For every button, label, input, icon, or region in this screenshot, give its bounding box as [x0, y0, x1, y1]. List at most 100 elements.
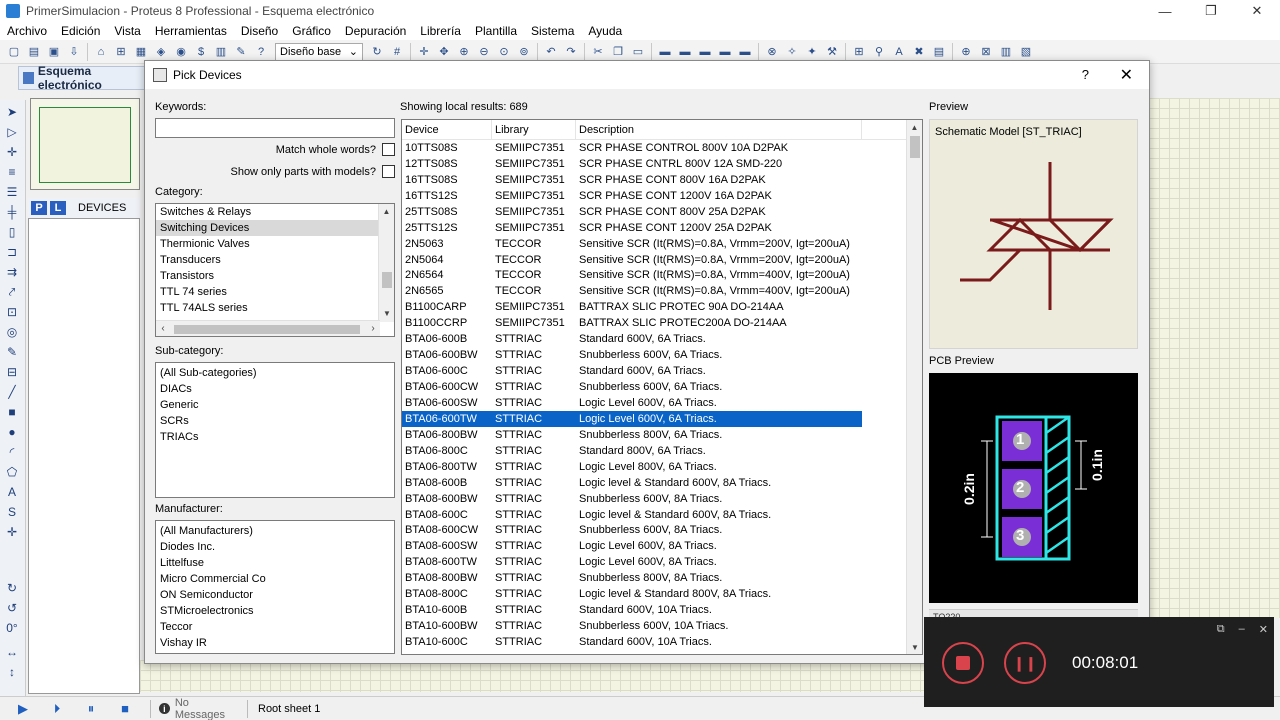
subcategory-item[interactable]: TRIACs — [156, 429, 394, 445]
scroll-thumb[interactable] — [174, 325, 360, 334]
pause-icon[interactable]: ⏸ — [80, 700, 102, 718]
result-row[interactable]: BTA06-600SW STTRIAC Logic Level 600V, 6A T… — [402, 395, 862, 411]
marker-icon[interactable]: ✛ — [4, 524, 20, 540]
column-device[interactable]: Device — [402, 120, 492, 140]
electrical-rule-icon[interactable]: ✖ — [910, 43, 928, 61]
help-icon[interactable]: ? — [252, 43, 270, 61]
subcategory-item[interactable]: Generic — [156, 397, 394, 413]
result-row[interactable]: 10TTS08S SEMIIPC7351 SCR PHASE CONTROL 800… — [402, 140, 862, 156]
block-move-icon[interactable]: ▬ — [676, 43, 694, 61]
manufacturer-item[interactable]: Littelfuse — [156, 555, 394, 571]
play-icon[interactable]: ▶ — [12, 700, 34, 718]
manufacturer-item[interactable]: Teccor — [156, 619, 394, 635]
scroll-up-icon[interactable]: ▲ — [379, 204, 394, 220]
undo-icon[interactable]: ↶ — [542, 43, 560, 61]
block-rotate-icon[interactable]: ▬ — [696, 43, 714, 61]
cut-icon[interactable]: ✂ — [589, 43, 607, 61]
schematic-canvas-bottom[interactable] — [140, 660, 930, 692]
grid-icon[interactable]: # — [388, 43, 406, 61]
menu-plantilla[interactable]: Plantilla — [468, 24, 524, 38]
subcategory-item[interactable]: DIACs — [156, 381, 394, 397]
delete-sheet-icon[interactable]: ⊠ — [977, 43, 995, 61]
result-row[interactable]: B1100CCRP SEMIIPC7351 BATTRAX SLIC PROTEC2… — [402, 315, 862, 331]
pcb-icon[interactable]: ▦ — [132, 43, 150, 61]
symbol-icon[interactable]: S — [4, 504, 20, 520]
category-item[interactable]: Thermionic Valves — [156, 236, 394, 252]
component-mode-icon[interactable]: ▷ — [4, 124, 20, 140]
block-copy-icon[interactable]: ▬ — [656, 43, 674, 61]
result-row[interactable]: BTA06-800TW STTRIAC Logic Level 800V, 6A T… — [402, 459, 862, 475]
scroll-thumb[interactable] — [382, 272, 392, 288]
category-vscroll[interactable]: ▲ ▼ — [378, 204, 394, 322]
result-row[interactable]: BTA06-600C STTRIAC Standard 600V, 6A Triac… — [402, 363, 862, 379]
save-icon[interactable]: ▣ — [45, 43, 63, 61]
terminals-icon[interactable]: ⊐ — [4, 244, 20, 260]
manufacturer-item[interactable]: STMicroelectronics — [156, 603, 394, 619]
manufacturer-item[interactable]: (All Manufacturers) — [156, 523, 394, 539]
devices-list[interactable] — [28, 218, 140, 694]
result-row[interactable]: 16TTS12S SEMIIPC7351 SCR PHASE CONT 1200V … — [402, 188, 862, 204]
scroll-left-icon[interactable]: ‹ — [156, 321, 170, 336]
menu-herramientas[interactable]: Herramientas — [148, 24, 234, 38]
voltage-probe-icon[interactable]: ✎ — [4, 344, 20, 360]
result-row[interactable]: BTA06-800BW STTRIAC Snubberless 800V, 6A T… — [402, 427, 862, 443]
result-row[interactable]: BTA10-600BW STTRIAC Snubberless 600V, 10A … — [402, 618, 862, 634]
result-row[interactable]: BTA08-600TW STTRIAC Logic Level 600V, 8A T… — [402, 554, 862, 570]
import-icon[interactable]: ⇩ — [65, 43, 83, 61]
paste-icon[interactable]: ▭ — [629, 43, 647, 61]
bus-icon[interactable]: ╪ — [4, 204, 20, 220]
search-tag-icon[interactable]: ⚲ — [870, 43, 888, 61]
3d-icon[interactable]: ◈ — [152, 43, 170, 61]
menu-libreria[interactable]: Librería — [413, 24, 468, 38]
wire-autorouter-icon[interactable]: ⊞ — [850, 43, 868, 61]
generator-icon[interactable]: ◎ — [4, 324, 20, 340]
result-row[interactable]: BTA06-600CW STTRIAC Snubberless 600V, 6A T… — [402, 379, 862, 395]
manufacturer-item[interactable]: Vishay IR — [156, 635, 394, 651]
bom-report-icon[interactable]: ▧ — [1017, 43, 1035, 61]
result-row[interactable]: BTA06-600B STTRIAC Standard 600V, 6A Triac… — [402, 331, 862, 347]
overview-window[interactable] — [30, 98, 140, 190]
result-row[interactable]: BTA08-600BW STTRIAC Snubberless 600V, 8A T… — [402, 491, 862, 507]
category-item[interactable]: TTL 74 series — [156, 284, 394, 300]
scroll-thumb[interactable] — [910, 136, 920, 158]
text-icon[interactable]: A — [4, 484, 20, 500]
category-item[interactable]: Transistors — [156, 268, 394, 284]
result-row[interactable]: 2N5063 TECCOR Sensitive SCR (It(RMS)=0.8A,… — [402, 236, 862, 252]
library-manager-button[interactable]: L — [50, 201, 66, 215]
notes-icon[interactable]: ✎ — [232, 43, 250, 61]
bom-icon[interactable]: $ — [192, 43, 210, 61]
popout-icon[interactable]: ⧉ — [1217, 623, 1225, 636]
design-explorer-icon[interactable]: ▥ — [212, 43, 230, 61]
open-icon[interactable]: ▤ — [25, 43, 43, 61]
mirror-y-icon[interactable]: ↕ — [4, 664, 20, 680]
menu-ayuda[interactable]: Ayuda — [581, 24, 629, 38]
pick-device-icon[interactable]: ⊗ — [763, 43, 781, 61]
new-icon[interactable]: ▢ — [5, 43, 23, 61]
menu-depuracion[interactable]: Depuración — [338, 24, 413, 38]
scroll-down-icon[interactable]: ▼ — [907, 640, 922, 654]
property-assign-icon[interactable]: A — [890, 43, 908, 61]
subcategory-item[interactable]: SCRs — [156, 413, 394, 429]
results-vscroll[interactable]: ▲ ▼ — [906, 120, 922, 654]
result-row[interactable]: BTA08-800C STTRIAC Logic level & Standard … — [402, 586, 862, 602]
step-icon[interactable]: ⏵ — [46, 700, 68, 718]
column-library[interactable]: Library — [492, 120, 576, 140]
subcategory-list[interactable]: (All Sub-categories) DIACs Generic SCRs … — [155, 362, 395, 498]
manufacturer-item[interactable]: ON Semiconductor — [156, 587, 394, 603]
close-button[interactable]: ✕ — [1234, 0, 1280, 22]
path-icon[interactable]: ⬠ — [4, 464, 20, 480]
result-row[interactable]: BTA08-600CW STTRIAC Snubberless 600V, 8A T… — [402, 523, 862, 539]
device-pins-icon[interactable]: ⇉ — [4, 264, 20, 280]
home-icon[interactable]: ⌂ — [92, 43, 110, 61]
dialog-help-button[interactable]: ? — [1082, 67, 1089, 82]
schematic-icon[interactable]: ⊞ — [112, 43, 130, 61]
netlist-icon[interactable]: ▤ — [930, 43, 948, 61]
result-row[interactable]: BTA08-600SW STTRIAC Logic Level 600V, 8A T… — [402, 538, 862, 554]
show-only-models-checkbox[interactable] — [382, 165, 395, 178]
result-row[interactable]: BTA06-600BW STTRIAC Snubberless 600V, 6A T… — [402, 347, 862, 363]
category-hscroll[interactable]: ‹ › — [156, 320, 380, 336]
dialog-close-button[interactable]: ✕ — [1120, 65, 1133, 85]
text-script-icon[interactable]: ☰ — [4, 184, 20, 200]
arc-icon[interactable]: ◜ — [4, 444, 20, 460]
result-row[interactable]: 2N6564 TECCOR Sensitive SCR (It(RMS)=0.8A,… — [402, 268, 862, 284]
